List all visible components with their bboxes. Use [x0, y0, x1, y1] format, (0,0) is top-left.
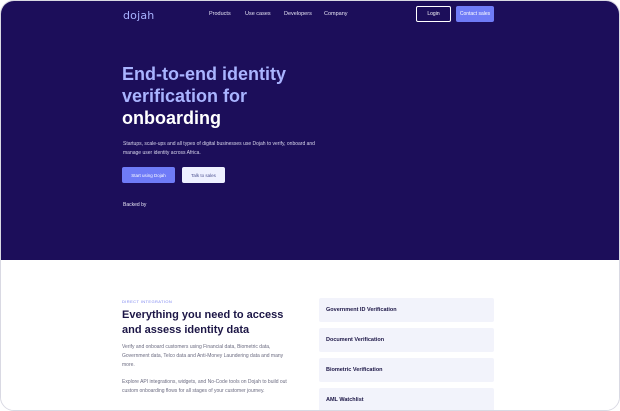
login-button[interactable]: Login	[416, 6, 451, 22]
features-section: DIRECT INTEGRATION Everything you need t…	[1, 260, 619, 410]
nav-item-products[interactable]: Products	[209, 11, 231, 17]
talk-to-sales-button[interactable]: Talk to sales	[182, 167, 225, 183]
browser-frame: dojah Products Use cases Developers Comp…	[0, 0, 620, 411]
backed-by-label: Backed by	[123, 202, 147, 208]
feature-card-government-id[interactable]: Government ID Verification	[319, 298, 494, 322]
contact-sales-button[interactable]: Contact sales	[456, 6, 494, 22]
nav-item-company[interactable]: Company	[324, 11, 348, 17]
nav-item-developers[interactable]: Developers	[284, 11, 312, 17]
section-paragraph-2: Explore API integrations, widgets, and N…	[122, 379, 287, 394]
headline-line-3: onboarding	[122, 108, 221, 128]
feature-card-biometric[interactable]: Biometric Verification	[319, 358, 494, 382]
headline-line-1: End-to-end identity	[122, 64, 286, 84]
start-using-dojah-button[interactable]: Start using Dojah	[122, 167, 175, 183]
hero-headline: End-to-end identity verification for onb…	[122, 63, 322, 129]
dojah-logo[interactable]: dojah	[123, 9, 154, 22]
section-title: Everything you need to access and assess…	[122, 309, 284, 336]
nav-item-use-cases[interactable]: Use cases	[245, 11, 271, 17]
hero-subtext: Startups, scale-ups and all types of dig…	[123, 141, 315, 156]
headline-line-2: verification for	[122, 86, 248, 106]
hero-section: dojah Products Use cases Developers Comp…	[1, 1, 619, 260]
feature-card-document[interactable]: Document Verification	[319, 328, 494, 352]
section-paragraph-1: Verify and onboard customers using Finan…	[122, 344, 284, 368]
feature-card-aml-watchlist[interactable]: AML Watchlist	[319, 388, 494, 410]
section-eyebrow: DIRECT INTEGRATION	[122, 299, 173, 304]
